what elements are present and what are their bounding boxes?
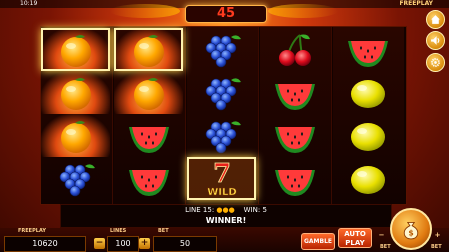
bet-plus-small[interactable]: + bbox=[432, 230, 443, 241]
svg-text:$: $ bbox=[408, 229, 413, 238]
money-bag-icon: $ bbox=[403, 221, 419, 240]
symbol-watermelon bbox=[260, 157, 329, 200]
bet-value: 50 bbox=[153, 236, 217, 252]
symbol-grape bbox=[41, 157, 110, 200]
symbol-lemon bbox=[333, 157, 402, 200]
home-button[interactable] bbox=[426, 10, 445, 29]
win-line-info: LINE 15: ●●● WIN: 5 bbox=[61, 206, 391, 215]
lines-decrease-button[interactable]: − bbox=[94, 238, 105, 249]
balance-display: 10620 bbox=[4, 236, 86, 252]
symbol-orange bbox=[41, 114, 110, 157]
autoplay-button[interactable]: AUTO PLAY bbox=[338, 228, 372, 248]
symbol-watermelon bbox=[260, 71, 329, 114]
symbol-orange bbox=[41, 28, 110, 71]
win-label: WIN: 5 bbox=[243, 206, 267, 214]
symbol-cherry bbox=[260, 28, 329, 71]
win-info-bar: LINE 15: ●●● WIN: 5 WINNER! bbox=[60, 204, 392, 228]
mode-label: FREEPLAY bbox=[399, 0, 433, 7]
symbol-wild: 7 WILD bbox=[187, 157, 256, 200]
bet-minus-small[interactable]: − bbox=[376, 230, 387, 241]
flame-decoration-left bbox=[110, 4, 180, 18]
spin-button[interactable]: $ bbox=[390, 208, 432, 250]
symbol-grape bbox=[187, 28, 256, 71]
lines-label: LINES bbox=[110, 228, 127, 234]
symbol-lemon bbox=[333, 114, 402, 157]
line-label: LINE 15: bbox=[185, 206, 215, 214]
gear-icon bbox=[431, 58, 440, 67]
wild-label: WILD bbox=[207, 187, 236, 198]
home-icon bbox=[431, 15, 440, 24]
symbol-watermelon bbox=[114, 157, 183, 200]
bet-label: BET bbox=[158, 228, 169, 234]
svg-text:7: 7 bbox=[212, 160, 230, 189]
speaker-icon bbox=[431, 36, 440, 45]
sound-button[interactable] bbox=[426, 31, 445, 50]
bet-small-label-left: BET bbox=[380, 244, 391, 250]
symbol-grape bbox=[187, 114, 256, 157]
symbol-watermelon bbox=[260, 114, 329, 157]
symbol-watermelon bbox=[114, 114, 183, 157]
lines-counter: 45 bbox=[185, 5, 267, 23]
symbol-orange bbox=[114, 28, 183, 71]
clock: 10:19 bbox=[20, 0, 38, 7]
settings-button[interactable] bbox=[426, 53, 445, 72]
gamble-button[interactable]: GAMBLE bbox=[301, 233, 335, 250]
symbol-lemon bbox=[333, 71, 402, 114]
bet-small-label-right: BET bbox=[431, 244, 442, 250]
symbol-watermelon bbox=[333, 28, 402, 71]
line-symbols: ●●● bbox=[216, 206, 235, 214]
lines-increase-button[interactable]: + bbox=[139, 238, 150, 249]
symbol-orange bbox=[41, 71, 110, 114]
winner-message: WINNER! bbox=[205, 216, 247, 225]
flame-decoration-right bbox=[268, 4, 338, 18]
symbol-grape bbox=[187, 71, 256, 114]
symbol-orange bbox=[114, 71, 183, 114]
balance-label: FREEPLAY bbox=[18, 228, 46, 234]
lines-value: 100 bbox=[107, 236, 139, 252]
